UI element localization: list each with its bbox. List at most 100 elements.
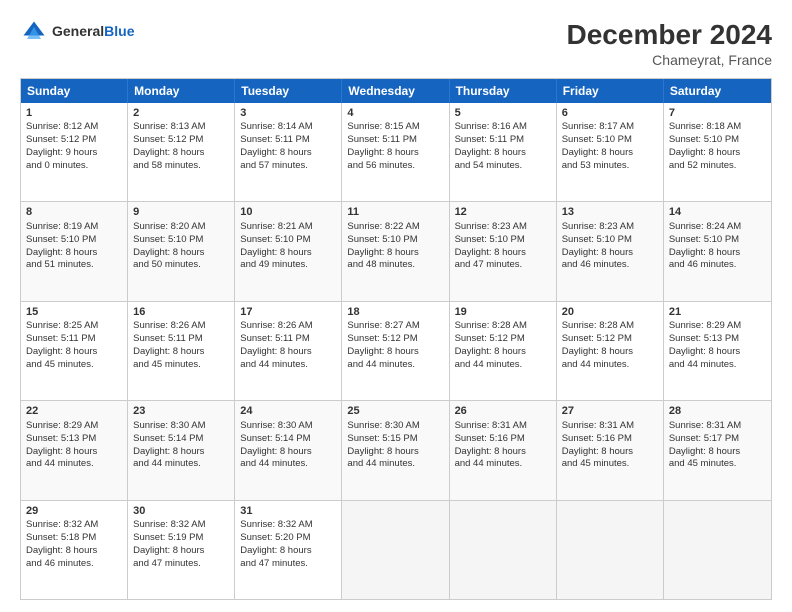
calendar-cell-4-0: 29Sunrise: 8:32 AMSunset: 5:18 PMDayligh… [21, 501, 128, 599]
day-info-line-0: Sunrise: 8:30 AM [240, 420, 336, 433]
logo-general: GeneralBlue [52, 23, 134, 41]
day-number: 31 [240, 504, 336, 519]
day-number: 19 [455, 305, 551, 320]
day-info-line-1: Sunset: 5:14 PM [240, 433, 336, 446]
day-info-line-2: Daylight: 8 hours [240, 446, 336, 459]
day-number: 15 [26, 305, 122, 320]
day-info-line-1: Sunset: 5:13 PM [669, 333, 766, 346]
day-info-line-1: Sunset: 5:11 PM [455, 134, 551, 147]
calendar-header-row: Sunday Monday Tuesday Wednesday Thursday… [21, 79, 771, 103]
calendar-cell-3-6: 28Sunrise: 8:31 AMSunset: 5:17 PMDayligh… [664, 401, 771, 499]
calendar-cell-1-6: 14Sunrise: 8:24 AMSunset: 5:10 PMDayligh… [664, 202, 771, 300]
calendar-cell-0-4: 5Sunrise: 8:16 AMSunset: 5:11 PMDaylight… [450, 103, 557, 201]
day-info-line-0: Sunrise: 8:30 AM [133, 420, 229, 433]
day-number: 29 [26, 504, 122, 519]
day-info-line-1: Sunset: 5:11 PM [240, 333, 336, 346]
day-info-line-0: Sunrise: 8:24 AM [669, 221, 766, 234]
day-info-line-2: Daylight: 8 hours [26, 545, 122, 558]
day-info-line-1: Sunset: 5:11 PM [347, 134, 443, 147]
day-info-line-3: and 53 minutes. [562, 160, 658, 173]
day-info-line-2: Daylight: 8 hours [669, 247, 766, 260]
calendar-cell-3-0: 22Sunrise: 8:29 AMSunset: 5:13 PMDayligh… [21, 401, 128, 499]
day-info-line-0: Sunrise: 8:26 AM [133, 320, 229, 333]
day-info-line-2: Daylight: 8 hours [133, 247, 229, 260]
day-info-line-0: Sunrise: 8:13 AM [133, 121, 229, 134]
day-info-line-2: Daylight: 8 hours [562, 346, 658, 359]
calendar-week-3: 22Sunrise: 8:29 AMSunset: 5:13 PMDayligh… [21, 401, 771, 500]
day-info-line-0: Sunrise: 8:32 AM [133, 519, 229, 532]
day-info-line-3: and 47 minutes. [133, 558, 229, 571]
day-info-line-1: Sunset: 5:18 PM [26, 532, 122, 545]
calendar-cell-2-5: 20Sunrise: 8:28 AMSunset: 5:12 PMDayligh… [557, 302, 664, 400]
day-info-line-2: Daylight: 8 hours [455, 247, 551, 260]
day-info-line-1: Sunset: 5:16 PM [455, 433, 551, 446]
calendar-cell-3-4: 26Sunrise: 8:31 AMSunset: 5:16 PMDayligh… [450, 401, 557, 499]
day-info-line-3: and 46 minutes. [669, 259, 766, 272]
day-info-line-2: Daylight: 8 hours [347, 346, 443, 359]
day-info-line-0: Sunrise: 8:29 AM [669, 320, 766, 333]
day-info-line-1: Sunset: 5:20 PM [240, 532, 336, 545]
day-info-line-1: Sunset: 5:11 PM [240, 134, 336, 147]
calendar-cell-3-2: 24Sunrise: 8:30 AMSunset: 5:14 PMDayligh… [235, 401, 342, 499]
day-info-line-2: Daylight: 8 hours [455, 446, 551, 459]
day-info-line-2: Daylight: 8 hours [133, 147, 229, 160]
day-number: 6 [562, 106, 658, 121]
header-thursday: Thursday [450, 79, 557, 103]
day-info-line-1: Sunset: 5:14 PM [133, 433, 229, 446]
day-info-line-0: Sunrise: 8:22 AM [347, 221, 443, 234]
day-info-line-0: Sunrise: 8:31 AM [562, 420, 658, 433]
day-info-line-0: Sunrise: 8:30 AM [347, 420, 443, 433]
day-info-line-2: Daylight: 8 hours [133, 346, 229, 359]
day-info-line-1: Sunset: 5:12 PM [133, 134, 229, 147]
header-saturday: Saturday [664, 79, 771, 103]
day-info-line-2: Daylight: 8 hours [669, 147, 766, 160]
calendar-week-0: 1Sunrise: 8:12 AMSunset: 5:12 PMDaylight… [21, 103, 771, 202]
day-info-line-3: and 46 minutes. [562, 259, 658, 272]
calendar-cell-2-1: 16Sunrise: 8:26 AMSunset: 5:11 PMDayligh… [128, 302, 235, 400]
day-info-line-3: and 44 minutes. [455, 359, 551, 372]
day-info-line-0: Sunrise: 8:28 AM [455, 320, 551, 333]
day-info-line-1: Sunset: 5:19 PM [133, 532, 229, 545]
day-number: 28 [669, 404, 766, 419]
calendar-cell-1-3: 11Sunrise: 8:22 AMSunset: 5:10 PMDayligh… [342, 202, 449, 300]
day-info-line-2: Daylight: 8 hours [455, 147, 551, 160]
day-info-line-1: Sunset: 5:10 PM [669, 234, 766, 247]
day-number: 3 [240, 106, 336, 121]
day-info-line-3: and 44 minutes. [562, 359, 658, 372]
day-info-line-3: and 0 minutes. [26, 160, 122, 173]
calendar-cell-1-2: 10Sunrise: 8:21 AMSunset: 5:10 PMDayligh… [235, 202, 342, 300]
header-tuesday: Tuesday [235, 79, 342, 103]
day-info-line-0: Sunrise: 8:32 AM [240, 519, 336, 532]
logo-icon [20, 18, 48, 46]
day-info-line-0: Sunrise: 8:20 AM [133, 221, 229, 234]
day-number: 10 [240, 205, 336, 220]
day-info-line-0: Sunrise: 8:18 AM [669, 121, 766, 134]
calendar-cell-4-5 [557, 501, 664, 599]
day-number: 8 [26, 205, 122, 220]
header-monday: Monday [128, 79, 235, 103]
day-info-line-1: Sunset: 5:10 PM [347, 234, 443, 247]
calendar-cell-1-5: 13Sunrise: 8:23 AMSunset: 5:10 PMDayligh… [557, 202, 664, 300]
header-friday: Friday [557, 79, 664, 103]
day-info-line-2: Daylight: 8 hours [347, 147, 443, 160]
day-info-line-3: and 52 minutes. [669, 160, 766, 173]
day-info-line-0: Sunrise: 8:28 AM [562, 320, 658, 333]
day-number: 9 [133, 205, 229, 220]
day-info-line-0: Sunrise: 8:15 AM [347, 121, 443, 134]
calendar-cell-1-1: 9Sunrise: 8:20 AMSunset: 5:10 PMDaylight… [128, 202, 235, 300]
day-info-line-2: Daylight: 8 hours [240, 346, 336, 359]
day-info-line-2: Daylight: 8 hours [240, 147, 336, 160]
day-info-line-1: Sunset: 5:10 PM [240, 234, 336, 247]
day-info-line-1: Sunset: 5:15 PM [347, 433, 443, 446]
calendar-cell-1-0: 8Sunrise: 8:19 AMSunset: 5:10 PMDaylight… [21, 202, 128, 300]
calendar-cell-1-4: 12Sunrise: 8:23 AMSunset: 5:10 PMDayligh… [450, 202, 557, 300]
title-area: December 2024 Chameyrat, France [567, 18, 772, 68]
day-info-line-1: Sunset: 5:10 PM [562, 234, 658, 247]
day-number: 14 [669, 205, 766, 220]
day-info-line-2: Daylight: 8 hours [26, 446, 122, 459]
day-info-line-0: Sunrise: 8:14 AM [240, 121, 336, 134]
day-info-line-1: Sunset: 5:10 PM [133, 234, 229, 247]
calendar-cell-4-4 [450, 501, 557, 599]
day-info-line-3: and 49 minutes. [240, 259, 336, 272]
day-number: 1 [26, 106, 122, 121]
